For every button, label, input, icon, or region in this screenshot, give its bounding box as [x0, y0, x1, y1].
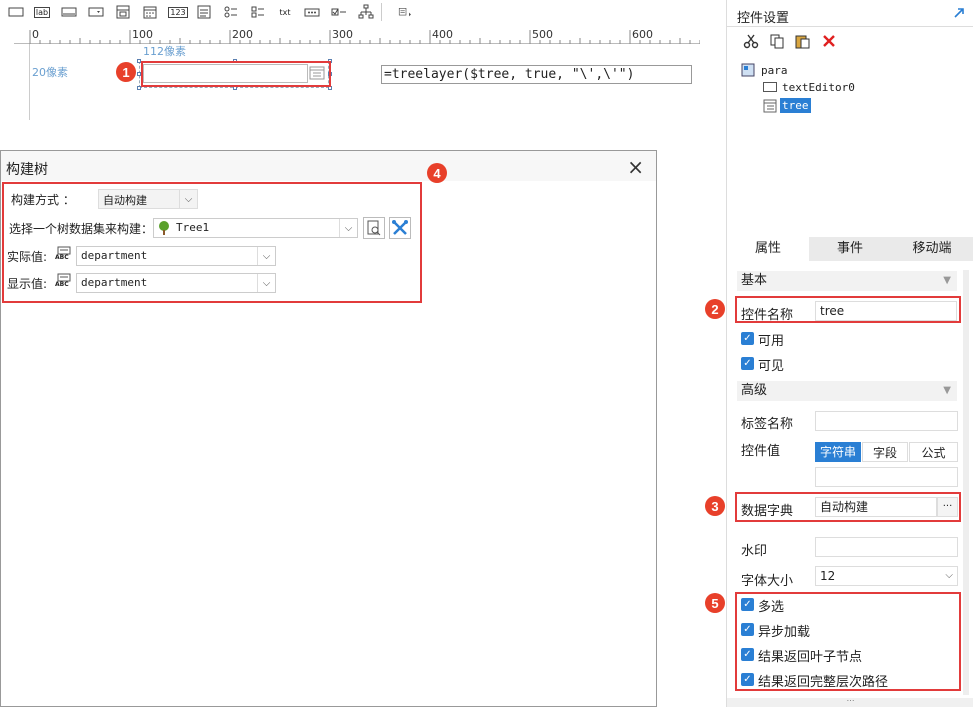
formula-cell[interactable]: =treelayer($tree, true, "\',\'") [381, 65, 692, 84]
font-size-value: 12 [820, 569, 836, 583]
collapse-icon: ▼ [943, 275, 951, 286]
advanced-section-title: 高级 [741, 383, 768, 398]
highlight-box-5 [735, 592, 961, 691]
callout-badge-1: 1 [116, 62, 136, 82]
panel-scrollbar[interactable] [963, 270, 969, 695]
value-mode-formula[interactable]: 公式 [909, 442, 958, 462]
dialog-title: 构建树 [6, 162, 48, 178]
checkbox-group-icon[interactable] [250, 4, 266, 20]
panel-resize-grip[interactable]: ⋯ [727, 697, 973, 707]
dialog-titlebar [1, 151, 656, 181]
label-icon-text: lab [33, 6, 51, 18]
chevron-down-icon: ⌵ [945, 570, 953, 581]
ruler-label: 0 [32, 28, 39, 41]
number-icon[interactable]: 123 [168, 4, 188, 20]
textarea-icon[interactable] [196, 4, 212, 20]
expand-icon[interactable] [953, 7, 965, 19]
tab-events[interactable]: 事件 [809, 237, 891, 261]
font-size-label: 字体大小 [741, 574, 794, 589]
property-tabs: 属性 事件 移动端 [727, 237, 973, 261]
callout-badge-3: 3 [705, 496, 725, 516]
ruler-label: 100 [132, 28, 153, 41]
panel-divider [727, 26, 973, 27]
visible-label: 可见 [758, 359, 785, 374]
tag-name-field[interactable] [815, 411, 958, 431]
tree-node-tree[interactable]: tree [780, 98, 811, 113]
panel-title: 控件设置 [737, 11, 790, 26]
ruler-ticks [29, 30, 700, 44]
textbox-icon [763, 82, 777, 92]
enabled-label: 可用 [758, 334, 785, 349]
basic-section-title: 基本 [741, 273, 768, 288]
horizontal-ruler: 0 100 200 300 400 500 600 [14, 28, 700, 44]
tag-name-label: 标签名称 [741, 417, 794, 432]
highlight-box-4 [2, 182, 422, 303]
more-icon[interactable] [393, 4, 419, 20]
cut-icon[interactable] [743, 33, 759, 49]
textbox-icon[interactable] [8, 4, 24, 20]
advanced-section-header[interactable]: 高级 ▼ [737, 381, 957, 401]
ruler-label: 500 [532, 28, 553, 41]
ruler-label: 400 [432, 28, 453, 41]
highlight-box-1 [141, 61, 331, 87]
number-icon-text: 123 [168, 6, 188, 18]
tab-properties[interactable]: 属性 [727, 237, 809, 261]
ruler-label: 200 [232, 28, 253, 41]
form-icon [741, 63, 755, 77]
tree-widget-icon [763, 99, 777, 113]
value-mode-string[interactable]: 字符串 [815, 442, 861, 462]
callout-badge-5: 5 [705, 593, 725, 613]
password-icon[interactable] [304, 4, 320, 20]
watermark-label: 水印 [741, 544, 768, 559]
visible-checkbox[interactable]: ✓ [741, 357, 754, 370]
combo-icon[interactable] [88, 4, 104, 20]
callout-badge-4: 4 [427, 163, 447, 183]
vertical-ruler [14, 44, 30, 120]
value-mode-field[interactable]: 字段 [862, 442, 908, 462]
radio-group-icon[interactable] [223, 4, 239, 20]
font-size-select[interactable]: 12 ⌵ [815, 566, 958, 586]
label-icon[interactable]: lab [33, 4, 51, 20]
callout-badge-2: 2 [705, 299, 725, 319]
text-icon-text: txt [279, 7, 291, 17]
tree-node-para[interactable]: para [761, 64, 788, 77]
text-icon[interactable]: txt [277, 4, 293, 20]
tree-node-texteditor[interactable]: textEditor0 [782, 81, 855, 94]
ruler-label: 600 [632, 28, 653, 41]
checkbox-icon[interactable] [331, 4, 347, 20]
ruler-label: 300 [332, 28, 353, 41]
watermark-field[interactable] [815, 537, 958, 557]
date-icon[interactable] [142, 4, 158, 20]
tab-mobile[interactable]: 移动端 [891, 237, 973, 261]
basic-section-header[interactable]: 基本 ▼ [737, 271, 957, 291]
width-hint: 112像素 [143, 45, 186, 58]
widget-value-label: 控件值 [741, 444, 781, 459]
height-hint: 20像素 [32, 66, 68, 79]
copy-icon[interactable] [769, 33, 785, 49]
widget-value-field[interactable] [815, 467, 958, 487]
close-icon[interactable]: × [627, 155, 644, 179]
collapse-icon: ▼ [943, 385, 951, 396]
enabled-checkbox[interactable]: ✓ [741, 332, 754, 345]
toolbar-separator [381, 3, 382, 21]
paste-icon[interactable] [794, 33, 810, 49]
delete-icon[interactable] [821, 33, 837, 49]
button-icon[interactable] [61, 4, 77, 20]
tree-combo-icon[interactable] [115, 4, 131, 20]
highlight-box-2 [735, 296, 961, 323]
highlight-box-3 [735, 492, 961, 522]
tree-icon[interactable] [358, 4, 374, 20]
